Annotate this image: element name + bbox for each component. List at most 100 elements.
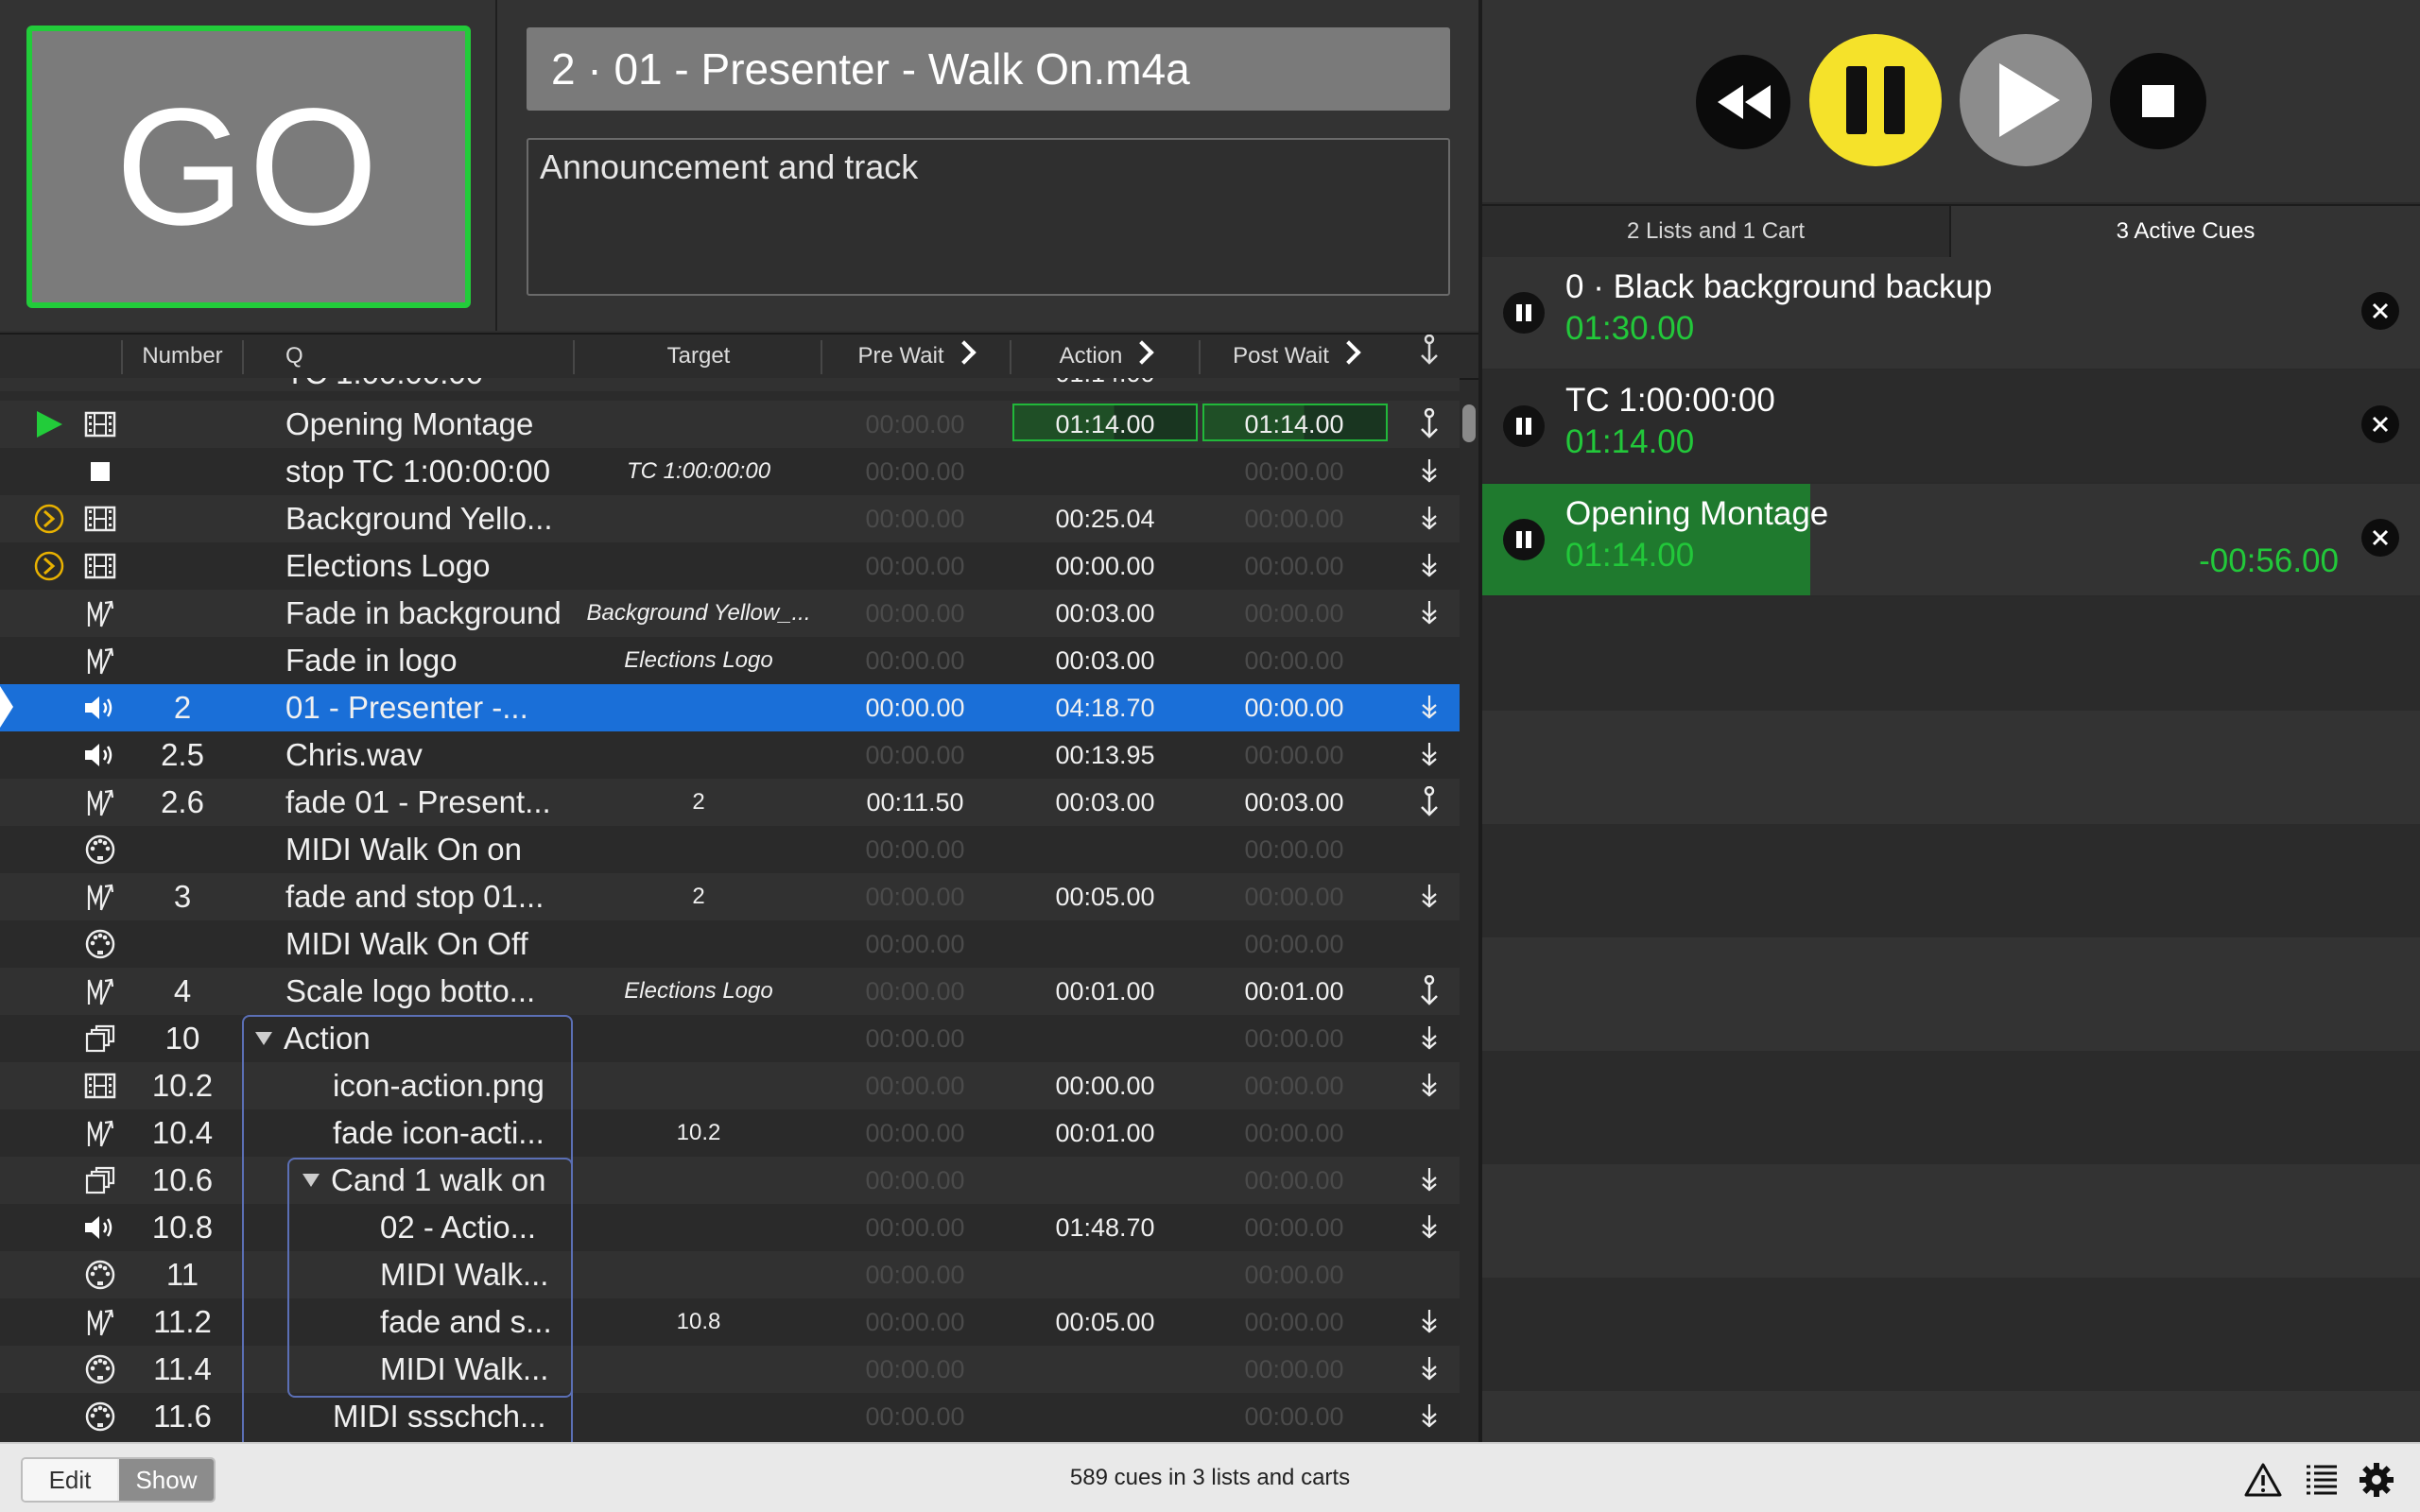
table-row[interactable]: 2.6 fade 01 - Present... 2 00:11.50 00:03.00…: [0, 779, 1460, 826]
cue-status: [21, 637, 78, 684]
cue-continue-mode[interactable]: [1412, 1062, 1446, 1109]
auto-continue-icon: [1420, 1402, 1439, 1431]
active-cue-stop-button[interactable]: [2361, 519, 2399, 557]
cue-continue-mode[interactable]: [1412, 920, 1446, 968]
stop-all-button[interactable]: [2110, 53, 2206, 149]
cue-continue-mode[interactable]: [1412, 448, 1446, 495]
table-row[interactable]: stop TC 1:00:00:00 TC 1:00:00:00 00:00.00 0…: [0, 448, 1460, 495]
cue-continue-mode[interactable]: [1412, 1109, 1446, 1157]
active-cue-stop-button[interactable]: [2361, 292, 2399, 330]
cue-continue-mode[interactable]: [1412, 1204, 1446, 1251]
cue-post-wait: 00:00.00: [1244, 1355, 1344, 1383]
column-header-post-wait[interactable]: Post Wait: [1201, 335, 1390, 378]
column-header-continue[interactable]: [1412, 334, 1446, 378]
cue-continue-mode[interactable]: [1412, 1015, 1446, 1062]
cue-name: stop TC 1:00:00:00: [285, 454, 551, 489]
table-row[interactable]: 11.4 MIDI Walk... 00:00.00 00:00.00: [0, 1346, 1460, 1393]
cue-notes-field[interactable]: Announcement and track: [527, 138, 1450, 296]
column-header-target[interactable]: Target: [575, 335, 822, 378]
table-row-partial[interactable]: TC 1:00:00:00 01:14.00: [0, 378, 1460, 391]
go-button[interactable]: GO: [26, 26, 471, 308]
cue-continue-mode[interactable]: [1412, 826, 1446, 873]
transport-controls: [1482, 0, 2420, 202]
table-row[interactable]: 11.2 fade and s... 10.8 00:00.00 00:05.00 00:…: [0, 1298, 1460, 1346]
cue-continue-mode[interactable]: [1412, 1346, 1446, 1393]
cue-status: [21, 1393, 78, 1440]
show-mode-button[interactable]: Show: [119, 1459, 214, 1501]
cue-number: 11.2: [153, 1304, 212, 1339]
cue-post-wait: 00:00.00: [1244, 1402, 1344, 1431]
cue-continue-mode[interactable]: [1412, 495, 1446, 542]
table-row[interactable]: 10 Action 00:00.00 00:00.00: [0, 1015, 1460, 1062]
auto-continue-icon: [1420, 883, 1439, 911]
settings-button[interactable]: [2358, 1461, 2395, 1499]
table-row[interactable]: 2.5 Chris.wav 00:00.00 00:13.95 00:00.00: [0, 731, 1460, 779]
rewind-button[interactable]: [1696, 55, 1790, 149]
cue-continue-mode[interactable]: [1412, 542, 1446, 590]
active-cue-item[interactable]: Opening Montage 01:14.00 -00:56.00: [1482, 484, 2420, 595]
active-cue-pause-button[interactable]: [1503, 292, 1545, 334]
cue-continue-mode[interactable]: [1412, 1157, 1446, 1204]
column-header-number[interactable]: Number: [123, 335, 242, 378]
column-separator: [121, 340, 123, 374]
cue-type: [79, 920, 121, 968]
continue-mode-icon: [1421, 334, 1438, 365]
table-row[interactable]: Background Yello... 00:00.00 00:25.04 00:00…: [0, 495, 1460, 542]
active-cue-stop-button[interactable]: [2361, 405, 2399, 443]
cue-action-duration: [1011, 826, 1199, 873]
cue-continue-mode[interactable]: [1412, 1298, 1446, 1346]
table-row[interactable]: Opening Montage 00:00.00 01:14.00 01:14.00: [0, 401, 1460, 448]
table-row[interactable]: 10.6 Cand 1 walk on 00:00.00 00:00.00: [0, 1157, 1460, 1204]
cue-continue-mode[interactable]: [1412, 731, 1446, 779]
column-header-q[interactable]: Q: [285, 335, 323, 378]
table-row[interactable]: 3 fade and stop 01... 2 00:00.00 00:05.00 00:…: [0, 873, 1460, 920]
cue-continue-mode[interactable]: [1412, 1393, 1446, 1440]
cue-target: [575, 401, 822, 448]
resume-button[interactable]: [1960, 34, 2092, 166]
cue-continue-mode[interactable]: [1412, 779, 1446, 826]
active-cue-pause-button[interactable]: [1503, 405, 1545, 447]
disclosure-triangle-icon[interactable]: [255, 1032, 272, 1045]
active-cue-item[interactable]: TC 1:00:00:00 01:14.00: [1482, 370, 2420, 482]
table-row[interactable]: 11.6 MIDI ssschch... 00:00.00 00:00.00: [0, 1393, 1460, 1440]
active-cue-pause-button[interactable]: [1503, 519, 1545, 560]
table-row[interactable]: MIDI Walk On on 00:00.00 00:00.00: [0, 826, 1460, 873]
table-row[interactable]: Fade in background Background Yellow_... 0…: [0, 590, 1460, 637]
lists-button[interactable]: [2303, 1461, 2341, 1499]
column-header-pre-wait[interactable]: Pre Wait: [822, 335, 1008, 378]
cue-status: [21, 590, 78, 637]
column-header-action[interactable]: Action: [1011, 335, 1199, 378]
cue-continue-mode[interactable]: [1412, 968, 1446, 1015]
active-cue-item[interactable]: 0 · Black background backup 01:30.00: [1482, 257, 2420, 369]
cue-name-field[interactable]: 2 · 01 - Presenter - Walk On.m4a: [527, 27, 1450, 111]
table-row[interactable]: 4 Scale logo botto... Elections Logo 00:00.…: [0, 968, 1460, 1015]
cue-continue-mode[interactable]: [1412, 401, 1446, 448]
cue-name-cell: Elections Logo: [285, 542, 569, 590]
table-row[interactable]: 10.4 fade icon-acti... 10.2 00:00.00 00:01.0…: [0, 1109, 1460, 1157]
warnings-button[interactable]: [2244, 1461, 2282, 1499]
cue-pre-wait: 00:00.00: [865, 1024, 965, 1053]
cue-action-duration: [1011, 1393, 1199, 1440]
cue-action-duration: [1011, 920, 1199, 968]
cue-number: [123, 542, 242, 590]
vertical-scrollbar[interactable]: [1462, 404, 1476, 442]
edit-mode-button[interactable]: Edit: [23, 1459, 117, 1501]
table-row[interactable]: Elections Logo 00:00.00 00:00.00 00:00.00: [0, 542, 1460, 590]
tab-active-cues[interactable]: 3 Active Cues: [1951, 206, 2420, 257]
table-row[interactable]: 11 MIDI Walk... 00:00.00 00:00.00: [0, 1251, 1460, 1298]
pause-all-button[interactable]: [1809, 34, 1942, 166]
cue-continue-mode[interactable]: [1412, 590, 1446, 637]
fade-icon: [86, 976, 114, 1006]
table-row[interactable]: 2 01 - Presenter -... 00:00.00 04:18.70 00:0…: [0, 684, 1460, 731]
table-row[interactable]: MIDI Walk On Off 00:00.00 00:00.00: [0, 920, 1460, 968]
table-row[interactable]: 10.8 02 - Actio... 00:00.00 01:48.70 00:00.0…: [0, 1204, 1460, 1251]
cue-number: 11.6: [153, 1399, 212, 1434]
tab-lists-and-carts[interactable]: 2 Lists and 1 Cart: [1482, 206, 1951, 257]
disclosure-triangle-icon[interactable]: [302, 1174, 320, 1187]
cue-continue-mode[interactable]: [1412, 684, 1446, 731]
cue-continue-mode[interactable]: [1412, 873, 1446, 920]
table-row[interactable]: Fade in logo Elections Logo 00:00.00 00:03.…: [0, 637, 1460, 684]
table-row[interactable]: 10.2 icon-action.png 00:00.00 00:00.00 00:00…: [0, 1062, 1460, 1109]
cue-continue-mode[interactable]: [1412, 637, 1446, 684]
cue-continue-mode[interactable]: [1412, 1251, 1446, 1298]
